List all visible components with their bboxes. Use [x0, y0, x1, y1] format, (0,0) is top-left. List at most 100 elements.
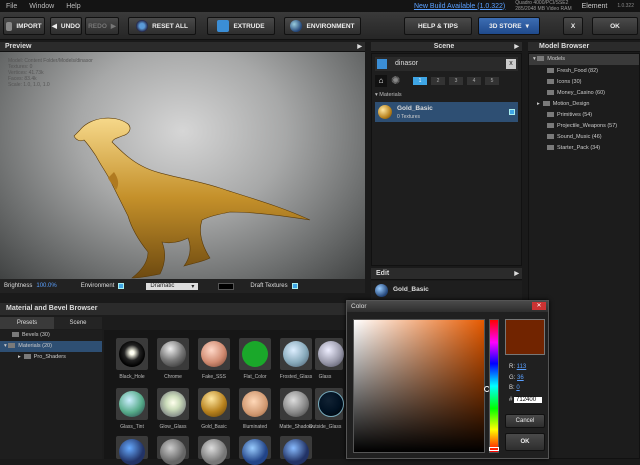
color-ok-button[interactable]: OK	[505, 433, 545, 451]
environment-button[interactable]: ENVIRONMENT	[284, 17, 361, 35]
material-label: Flat_Color	[243, 374, 267, 380]
material-gold-basic[interactable]	[198, 388, 230, 420]
reset-all-button[interactable]: RESET ALL	[128, 17, 196, 35]
environment-dropdown[interactable]: Dramatic ▾	[146, 282, 199, 290]
chevron-right-icon: ▸	[18, 354, 21, 360]
material-row3-item[interactable]	[280, 436, 312, 465]
tab-scene[interactable]: Scene	[54, 317, 102, 329]
material-matte-shadow[interactable]	[280, 388, 312, 420]
material-black-hole[interactable]	[116, 338, 148, 370]
material-row3-item[interactable]	[157, 436, 189, 465]
material-glow-glass[interactable]	[157, 388, 189, 420]
material-row3-item[interactable]	[239, 436, 271, 465]
panel-menu-arrow-icon[interactable]: ▶	[514, 42, 519, 52]
redo-button[interactable]: REDO ▶	[85, 17, 119, 35]
material-item-gold-basic[interactable]: Gold_Basic 0 Textures	[375, 102, 518, 122]
tree-item-money-casino[interactable]: Money_Casino (60)	[529, 88, 605, 99]
material-row3-item[interactable]	[198, 436, 230, 465]
color-cancel-button[interactable]: Cancel	[505, 414, 545, 428]
tree-item-bevels[interactable]: Bevels (30)	[0, 330, 50, 341]
hue-slider-handle[interactable]	[489, 447, 499, 451]
brightness-value[interactable]: 100.0%	[36, 283, 56, 289]
tree-item-materials[interactable]: ▾ Materials (20)	[0, 341, 102, 352]
scene-object-row[interactable]: dinasor x	[375, 57, 518, 71]
hex-row: # 712400	[509, 397, 543, 403]
undo-button[interactable]: ◀ UNDO	[50, 17, 82, 35]
brightness-label: Brightness	[4, 283, 33, 289]
import-button[interactable]: IMPORT	[3, 17, 45, 35]
folder-icon	[547, 90, 554, 96]
folder-icon	[547, 112, 554, 118]
material-frosted-glass[interactable]	[280, 338, 312, 370]
hue-slider[interactable]	[489, 319, 499, 453]
tree-item-label: Motion_Design	[552, 101, 590, 107]
gpu-info: Quadro 4000/PCI/SSE2 285/2048 MB Video R…	[515, 0, 571, 12]
edit-title: Edit	[376, 270, 390, 277]
help-tips-button[interactable]: HELP & TIPS	[404, 17, 472, 35]
group-button-5[interactable]: 5	[485, 77, 499, 85]
panel-menu-arrow-icon[interactable]: ▶	[357, 42, 362, 52]
group-button-4[interactable]: 4	[467, 77, 481, 85]
tree-item-starter-pack[interactable]: Starter_Pack (34)	[529, 143, 600, 154]
new-build-link[interactable]: New Build Available (1.0.322)	[414, 3, 505, 10]
material-chrome[interactable]	[157, 338, 189, 370]
environment-dropdown-value: Dramatic	[150, 282, 175, 289]
ok-button[interactable]: OK	[592, 17, 638, 35]
material-tree: Bevels (30) ▾ Materials (20) ▸ Pro_Shader…	[0, 330, 102, 459]
saturation-value-field[interactable]	[353, 319, 490, 453]
menu-help[interactable]: Help	[60, 3, 86, 10]
material-browser-header: Material and Bevel Browser	[0, 303, 346, 315]
tree-item-label: Starter_Pack (34)	[557, 145, 601, 151]
help-tips-label: HELP & TIPS	[418, 22, 458, 30]
tree-item-models[interactable]: ▾ Models	[529, 54, 639, 65]
material-glass-tint[interactable]	[116, 388, 148, 420]
gear-icon[interactable]: ✺	[391, 75, 400, 87]
tree-item-primitives[interactable]: Primitives (54)	[529, 110, 592, 121]
hex-input[interactable]: 712400	[514, 397, 543, 403]
group-button-3[interactable]: 3	[449, 77, 463, 85]
gold-dinosaur-model[interactable]	[70, 112, 320, 279]
tree-item-fresh-food[interactable]: Fresh_Food (82)	[529, 66, 598, 77]
material-preview-icon	[283, 391, 309, 417]
tree-item-icons[interactable]: Icons (30)	[529, 77, 581, 88]
material-fake-sss[interactable]	[198, 338, 230, 370]
preview-title: Preview	[5, 43, 32, 50]
tree-item-sound-music[interactable]: Sound_Music (46)	[529, 132, 602, 143]
draft-textures-checkbox[interactable]	[291, 283, 298, 289]
material-flat-color[interactable]	[239, 338, 271, 370]
tab-presets-label: Presets	[16, 320, 38, 326]
scene-panel: dinasor x ⌂ ✺ 1 2 3 4 5 ▾ Materials Gold…	[371, 53, 522, 266]
material-preview-icon	[160, 391, 186, 417]
materials-section-header[interactable]: ▾ Materials	[375, 92, 518, 101]
color-swatch-black[interactable]	[218, 282, 235, 290]
tree-item-pro-shaders[interactable]: ▸ Pro_Shaders	[0, 352, 66, 363]
tree-item-projectile-weapons[interactable]: Projectile_Weapons (57)	[529, 121, 617, 132]
close-x-button[interactable]: X	[563, 17, 583, 35]
red-value[interactable]: 113	[517, 364, 527, 370]
remove-object-button[interactable]: x	[506, 59, 516, 69]
group-button-2[interactable]: 2	[431, 77, 445, 85]
tree-item-motion-design[interactable]: ▸ Motion_Design	[529, 99, 589, 110]
undo-arrow-icon: ◀	[51, 23, 57, 30]
preview-viewport[interactable]: Model: Content Folder/Models/dinasor Tex…	[0, 52, 365, 279]
tab-presets[interactable]: Presets	[0, 317, 54, 329]
panel-menu-arrow-icon[interactable]: ▶	[514, 268, 519, 280]
material-visible-checkbox[interactable]	[509, 109, 515, 115]
material-outside-glass[interactable]	[315, 388, 344, 420]
extrude-button[interactable]: EXTRUDE	[207, 17, 275, 35]
material-preview-icon	[160, 439, 186, 465]
green-value[interactable]: 36	[517, 375, 524, 381]
material-illuminated[interactable]	[239, 388, 271, 420]
blue-value[interactable]: 0	[516, 385, 519, 391]
folder-icon	[547, 79, 554, 85]
material-glass[interactable]	[315, 338, 344, 370]
scene-tree-icon[interactable]: ⌂	[375, 75, 387, 87]
menu-window[interactable]: Window	[23, 3, 60, 10]
group-bar: ⌂ ✺ 1 2 3 4 5	[375, 75, 518, 89]
menu-file[interactable]: File	[0, 3, 23, 10]
3d-store-button[interactable]: 3D STORE ▾	[478, 17, 540, 35]
group-button-1[interactable]: 1	[413, 77, 427, 85]
material-row3-item[interactable]	[116, 436, 148, 465]
close-icon[interactable]: ✕	[532, 302, 546, 310]
environment-checkbox[interactable]	[118, 283, 125, 289]
